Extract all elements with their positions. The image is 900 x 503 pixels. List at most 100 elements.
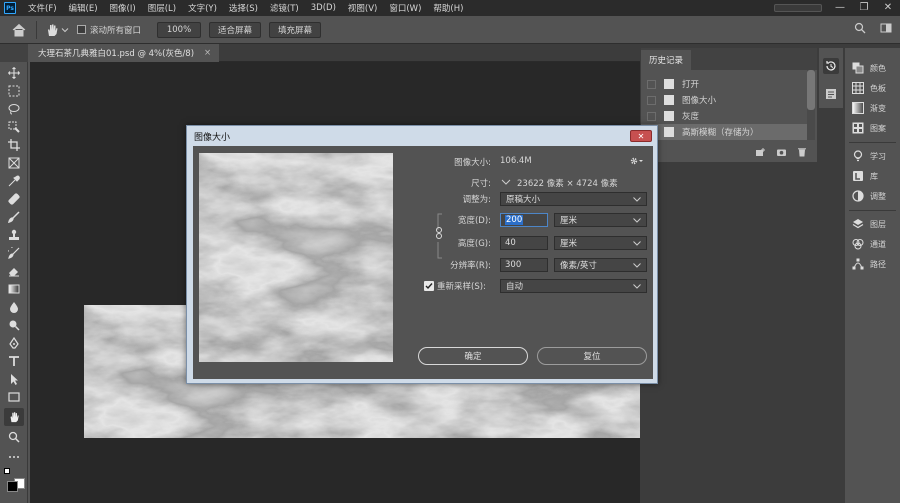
panel-paths[interactable]: 路径 [845,256,900,272]
resolution-input[interactable]: 300 [500,258,548,272]
resolution-unit-select[interactable]: 像素/英寸 [554,258,647,272]
workspace-icon[interactable] [880,22,892,34]
document-tab[interactable]: 大理石茶几典雅白01.psd @ 4%(灰色/8) × [30,44,220,62]
panel-patterns[interactable]: 图案 [845,120,900,136]
dodge-tool-icon[interactable] [4,316,24,334]
menu-type[interactable]: 文字(Y) [182,2,223,14]
history-brush-tool-icon[interactable] [4,244,24,262]
reset-button[interactable]: 复位 [537,347,647,365]
history-item-selected[interactable]: 高斯模糊（存储为） [641,124,807,140]
panel-libraries[interactable]: 库 [845,168,900,184]
properties-panel-icon[interactable] [823,86,839,102]
dialog-title: 图像大小 [194,132,231,143]
panel-layers[interactable]: 图层 [845,216,900,232]
close-window-button[interactable]: ✕ [876,0,900,16]
menu-select[interactable]: 选择(S) [223,2,264,14]
history-tab[interactable]: 历史记录 [641,50,692,70]
panel-label: 学习 [870,151,886,161]
new-document-from-state-icon[interactable] [755,147,766,157]
panel-color[interactable]: 颜色 [845,60,900,76]
history-snapshot-box[interactable] [647,111,656,121]
search-icon[interactable] [854,22,866,34]
window-search-field[interactable] [774,4,822,12]
dimensions-dropdown-chevron-icon[interactable] [501,178,511,186]
minimize-button[interactable]: — [828,0,852,16]
history-item[interactable]: 打开 [641,76,807,92]
panel-swatches[interactable]: 色板 [845,80,900,96]
zoom-tool-icon[interactable] [4,428,24,446]
history-item[interactable]: 图像大小 [641,92,807,108]
image-size-label: 图像大小: [454,158,491,168]
foreground-color-swatch[interactable] [7,481,18,492]
healing-brush-tool-icon[interactable] [4,190,24,208]
resample-checkbox[interactable] [424,281,434,291]
scroll-all-windows-checkbox[interactable] [77,25,86,34]
ok-button[interactable]: 确定 [418,347,528,365]
hand-tool-preset-icon[interactable] [45,23,59,37]
width-input[interactable]: 200 [500,213,548,227]
quick-select-tool-icon[interactable] [4,118,24,136]
restore-button[interactable]: ❐ [852,0,876,16]
eraser-tool-icon[interactable] [4,262,24,280]
path-select-tool-icon[interactable] [4,370,24,388]
hand-tool-icon[interactable] [4,408,24,426]
eyedropper-tool-icon[interactable] [4,172,24,190]
history-snapshot-box[interactable] [647,79,656,89]
pen-tool-icon[interactable] [4,334,24,352]
fit-screen-button[interactable]: 适合屏幕 [209,21,262,38]
panel-adjustments[interactable]: 调整 [845,188,900,204]
history-scroll-thumb[interactable] [807,70,815,110]
height-unit-select[interactable]: 厘米 [554,236,647,250]
settings-gear-icon[interactable] [629,155,643,167]
color-swatches[interactable] [4,468,25,496]
resample-select[interactable]: 自动 [500,279,647,293]
document-icon [664,79,674,89]
more-tools-icon[interactable] [4,448,24,466]
menu-file[interactable]: 文件(F) [22,2,63,14]
chevron-down-icon[interactable] [61,26,69,34]
panel-learn[interactable]: 学习 [845,148,900,164]
link-proportions-icon[interactable] [435,227,443,239]
crop-tool-icon[interactable] [4,136,24,154]
camera-icon[interactable] [776,147,787,157]
panel-channels[interactable]: 通道 [845,236,900,252]
fit-to-select[interactable]: 原稿大小 [500,192,647,206]
history-panel-icon[interactable] [823,58,839,74]
panel-label: 通道 [870,239,886,249]
default-colors-icon[interactable] [4,468,10,474]
zoom-100-button[interactable]: 100% [157,21,202,38]
menu-help[interactable]: 帮助(H) [427,2,469,14]
menu-image[interactable]: 图像(I) [104,2,142,14]
history-snapshot-box[interactable] [647,95,656,105]
menu-window[interactable]: 窗口(W) [383,2,427,14]
width-unit-select[interactable]: 厘米 [554,213,647,227]
window-controls: — ❐ ✕ [768,0,900,16]
clone-stamp-tool-icon[interactable] [4,226,24,244]
lasso-tool-icon[interactable] [4,100,24,118]
brush-tool-icon[interactable] [4,208,24,226]
height-input[interactable]: 40 [500,236,548,250]
image-preview[interactable] [199,153,393,362]
close-tab-icon[interactable]: × [204,48,211,58]
marquee-tool-icon[interactable] [4,82,24,100]
frame-tool-icon[interactable] [4,154,24,172]
dialog-close-button[interactable]: ✕ [630,130,652,142]
panel-label: 库 [870,171,878,181]
panel-label: 颜色 [870,63,886,73]
move-tool-icon[interactable] [4,64,24,82]
fill-screen-button[interactable]: 填充屏幕 [269,21,322,38]
home-icon[interactable] [10,21,28,39]
panel-gradients[interactable]: 渐变 [845,100,900,116]
blur-tool-icon[interactable] [4,298,24,316]
type-tool-icon[interactable] [4,352,24,370]
menu-view[interactable]: 视图(V) [342,2,383,14]
menu-edit[interactable]: 编辑(E) [63,2,104,14]
menu-3d[interactable]: 3D(D) [305,3,342,13]
menu-layer[interactable]: 图层(L) [142,2,182,14]
gradient-tool-icon[interactable] [4,280,24,298]
trash-icon[interactable] [797,147,807,157]
history-footer [641,142,817,162]
menu-filter[interactable]: 滤镜(T) [264,2,305,14]
history-item[interactable]: 灰度 [641,108,807,124]
rectangle-tool-icon[interactable] [4,388,24,406]
